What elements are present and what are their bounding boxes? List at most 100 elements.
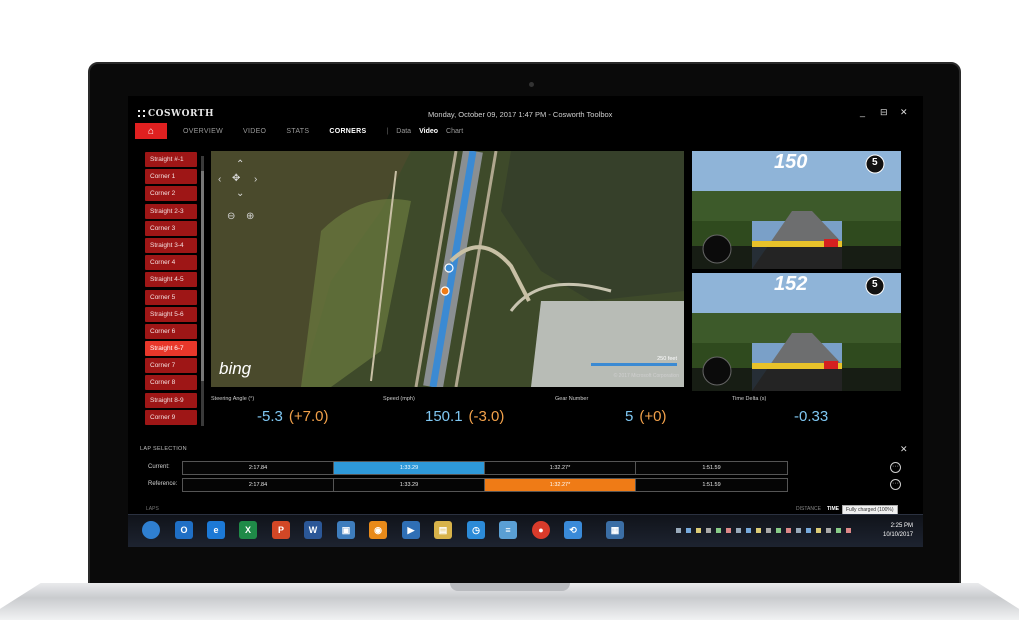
pan-right-icon[interactable]: › [254, 174, 257, 185]
corner-item[interactable]: Corner 1 [145, 169, 197, 185]
tray-icon[interactable] [726, 528, 731, 533]
scrollbar-thumb[interactable] [201, 171, 204, 381]
lap-selection-title: LAP SELECTION [140, 446, 187, 452]
pan-down-icon[interactable]: ⌄ [236, 188, 244, 199]
reference-lap-cells: 2:17.84 1:33.29 1:32.27* 1:51.59 [182, 478, 788, 492]
tray-icon[interactable] [756, 528, 761, 533]
pan-up-icon[interactable]: ⌃ [236, 159, 244, 170]
subtab-video[interactable]: Video [419, 128, 438, 135]
corner-item[interactable]: Corner 5 [145, 289, 197, 305]
reference-label: Reference: [148, 481, 178, 487]
metric-label: Speed (mph) [383, 396, 415, 402]
sync-app-icon[interactable]: ⟲ [564, 521, 582, 539]
corner-item[interactable]: Corner 3 [145, 220, 197, 236]
calculator-icon[interactable]: ▦ [606, 521, 624, 539]
lap-cell[interactable]: 1:51.59 [636, 462, 787, 474]
tray-icon[interactable] [706, 528, 711, 533]
metric-label: Gear Number [555, 396, 589, 402]
tray-icon[interactable] [826, 528, 831, 533]
current-lap-more-button[interactable]: ··· [890, 462, 901, 473]
subtab-chart[interactable]: Chart [446, 128, 463, 135]
time-toggle[interactable]: TIME [827, 506, 839, 512]
corner-item[interactable]: Corner 2 [145, 186, 197, 202]
notepad-icon[interactable]: ≡ [499, 521, 517, 539]
start-orb-icon[interactable] [142, 521, 160, 539]
powerpoint-icon[interactable]: P [272, 521, 290, 539]
corner-item[interactable]: Corner 4 [145, 255, 197, 271]
corner-item[interactable]: Straight 2-3 [145, 203, 197, 219]
tab-stats[interactable]: STATS [286, 128, 309, 135]
video-current[interactable]: 150 5 [692, 151, 901, 269]
logo-text: COSWORTH [148, 109, 214, 119]
webcam [529, 82, 534, 87]
metric-time-delta: Time Delta (s) -0.33 [732, 396, 828, 425]
tray-icon[interactable] [696, 528, 701, 533]
pan-icon[interactable]: ✥ [232, 173, 240, 184]
tab-corners[interactable]: CORNERS [329, 128, 366, 135]
tray-icon[interactable] [676, 528, 681, 533]
corner-item[interactable]: Corner 9 [145, 409, 197, 425]
reference-lap-more-button[interactable]: ··· [890, 479, 901, 490]
zoom-out-icon[interactable]: ⊖ [227, 211, 235, 222]
metric-value: 150.1 [425, 408, 463, 425]
restore-button[interactable]: ⊟ [880, 107, 888, 118]
home-button[interactable]: ⌂ [135, 123, 167, 139]
tab-video[interactable]: VIDEO [243, 128, 266, 135]
tab-overview[interactable]: OVERVIEW [183, 128, 223, 135]
system-clock[interactable]: 2:25 PM 10/10/2017 [883, 522, 913, 540]
lap-cell[interactable]: 1:33.29 [334, 462, 485, 474]
corner-item[interactable]: Straight 6-7 [145, 341, 197, 357]
corner-item[interactable]: Straight 4-5 [145, 272, 197, 288]
tray-icon[interactable] [776, 528, 781, 533]
tray-icon[interactable] [806, 528, 811, 533]
tray-icon[interactable] [736, 528, 741, 533]
clock-app-icon[interactable]: ◷ [467, 521, 485, 539]
tray-icon[interactable] [816, 528, 821, 533]
corner-item[interactable]: Straight 3-4 [145, 237, 197, 253]
distance-toggle[interactable]: DISTANCE [796, 506, 821, 512]
current-lap-row: Current: 2:17.84 1:33.29 1:32.27* 1:51.59 ·… [140, 461, 910, 475]
metric-value: -0.33 [794, 408, 829, 425]
corner-item[interactable]: Corner 8 [145, 375, 197, 391]
satellite-map[interactable]: ⌃ ‹ ✥ › ⌄ ⊖ ⊕ bing 250 feet © 2017 Micro… [211, 151, 684, 387]
subtab-data[interactable]: Data [396, 128, 411, 135]
minimize-button[interactable]: _ [860, 107, 865, 117]
lap-cell[interactable]: 2:17.84 [183, 479, 334, 491]
main-nav: ⌂ OVERVIEW VIDEO STATS CORNERS | Data Vi… [135, 123, 471, 139]
tray-icon[interactable] [786, 528, 791, 533]
media-player-icon[interactable]: ◉ [369, 521, 387, 539]
folder-icon[interactable]: ▤ [434, 521, 452, 539]
corner-item[interactable]: Straight #-1 [145, 152, 197, 167]
zoom-in-icon[interactable]: ⊕ [246, 211, 254, 222]
video-reference[interactable]: 152 5 [692, 273, 901, 391]
lap-cell[interactable]: 1:32.27* [485, 462, 636, 474]
corner-item[interactable]: Straight 5-6 [145, 306, 197, 322]
lap-cell[interactable]: 2:17.84 [183, 462, 334, 474]
close-button[interactable]: ✕ [900, 107, 908, 118]
tray-icon[interactable] [846, 528, 851, 533]
corner-item[interactable]: Corner 6 [145, 323, 197, 339]
image-viewer-icon[interactable]: ▣ [337, 521, 355, 539]
lap-cell[interactable]: 1:51.59 [636, 479, 787, 491]
laps-label: LAPS [146, 506, 159, 512]
tray-icon[interactable] [686, 528, 691, 533]
internet-explorer-icon[interactable]: e [207, 521, 225, 539]
lap-cell[interactable]: 1:33.29 [334, 479, 485, 491]
tray-icon[interactable] [746, 528, 751, 533]
corner-item[interactable]: Straight 8-9 [145, 392, 197, 408]
corner-item[interactable]: Corner 7 [145, 358, 197, 374]
lap-cell[interactable]: 1:32.27* [485, 479, 636, 491]
pan-left-icon[interactable]: ‹ [218, 174, 221, 185]
tray-icon[interactable] [796, 528, 801, 533]
excel-icon[interactable]: X [239, 521, 257, 539]
outlook-icon[interactable]: O [175, 521, 193, 539]
tray-icon[interactable] [716, 528, 721, 533]
corner-list-scrollbar[interactable] [201, 156, 204, 426]
video-icon[interactable]: ▶ [402, 521, 420, 539]
current-label: Current: [148, 464, 170, 470]
lap-selection-close-button[interactable]: ✕ [900, 444, 908, 455]
tray-icon[interactable] [766, 528, 771, 533]
chrome-icon[interactable]: ● [532, 521, 550, 539]
word-icon[interactable]: W [304, 521, 322, 539]
tray-icon[interactable] [836, 528, 841, 533]
